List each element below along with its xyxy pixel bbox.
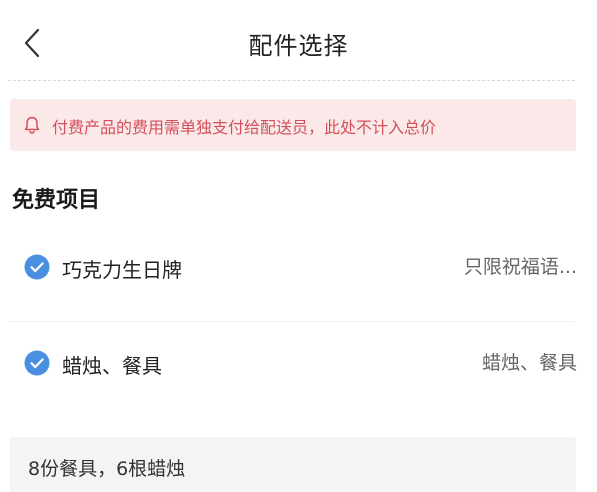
item-value[interactable]: 只限祝福语... xyxy=(464,252,577,279)
item-label: 蜡烛、餐具 xyxy=(62,354,162,378)
list-item-candles-cutlery[interactable]: 蜡烛、餐具 蜡烛、餐具 xyxy=(0,320,597,408)
page-title: 配件选择 xyxy=(248,32,349,60)
payment-notice-banner: 付费产品的费用需单独支付给配送员，此处不计入总价 xyxy=(10,99,576,151)
checked-circle-icon[interactable] xyxy=(24,254,50,280)
top-nav-bar: 配件选择 xyxy=(0,0,597,82)
notice-text: 付费产品的费用需单独支付给配送员，此处不计入总价 xyxy=(52,118,437,137)
header-divider xyxy=(8,80,575,81)
checked-circle-icon[interactable] xyxy=(24,350,50,376)
list-item-birthday-plaque[interactable]: 巧克力生日牌 只限祝福语... xyxy=(0,224,597,312)
item-value[interactable]: 蜡烛、餐具 xyxy=(482,348,577,375)
bell-icon xyxy=(22,115,42,135)
section-title-free-items: 免费项目 xyxy=(12,188,101,213)
accessory-summary-text: 8份餐具，6根蜡烛 xyxy=(28,458,186,480)
item-label: 巧克力生日牌 xyxy=(62,258,182,282)
accessory-summary-box[interactable]: 8份餐具，6根蜡烛 xyxy=(10,437,576,492)
